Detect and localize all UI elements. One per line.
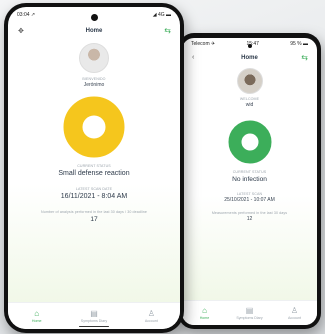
count-value: 17	[90, 216, 98, 223]
camera-hole	[247, 44, 252, 48]
account-icon: ♙	[147, 309, 155, 318]
count-value: 12	[246, 216, 253, 222]
user-name: wid	[245, 102, 254, 108]
phone-left: 03:04 ↗ ◢ 4G ▬ ✥ Home ⇆ BIENVENIDO Jerón…	[4, 3, 184, 333]
swap-icon[interactable]: ⇆	[164, 26, 171, 35]
tab-label: Home	[31, 319, 42, 323]
status-label: CURRENT STATUS	[232, 170, 267, 174]
status-value: Small defense reaction	[58, 170, 130, 177]
tab-label: Symptoms Diary	[236, 316, 263, 320]
tab-symptoms-diary[interactable]: ▤ Symptoms Diary	[230, 306, 270, 320]
avatar[interactable]	[236, 68, 263, 94]
signal-text: ◢ 4G ▬	[152, 12, 171, 18]
diary-icon: ▤	[245, 306, 254, 315]
tab-account[interactable]: ♙ Account	[275, 306, 315, 320]
user-name: Jerónimo	[83, 82, 105, 88]
tab-symptoms-diary[interactable]: ▤ Symptoms Diary	[74, 309, 114, 323]
tab-home[interactable]: ⌂ Home	[185, 306, 225, 320]
tab-label: Symptoms Diary	[80, 319, 108, 323]
phone-right-screen: Telecom ✈ 15:47 95 % ▬ ‹ Home ⇆ WELCOME …	[182, 38, 317, 325]
scan-date-label: LATEST SCAN DATE	[75, 187, 113, 191]
clock-text: 03:04 ↗	[17, 12, 36, 18]
scan-date-value: 25/10/2021 - 10:07 AM	[224, 197, 275, 203]
tab-account[interactable]: ♙ Account	[131, 309, 171, 323]
carrier-text: Telecom ✈	[191, 41, 216, 47]
swap-icon[interactable]: ⇆	[301, 53, 308, 62]
battery-text: 95 % ▬	[290, 41, 308, 47]
welcome-label: BIENVENIDO	[82, 77, 106, 81]
back-icon[interactable]: ‹	[192, 54, 194, 61]
gesture-bar[interactable]	[79, 325, 109, 327]
phone-left-screen: 03:04 ↗ ◢ 4G ▬ ✥ Home ⇆ BIENVENIDO Jerón…	[8, 7, 180, 329]
tab-label: Account	[288, 316, 301, 320]
move-icon[interactable]: ✥	[18, 27, 24, 35]
page-title: Home	[85, 28, 103, 34]
page-title: Home	[241, 55, 258, 61]
home-content: BIENVENIDO Jerónimo CURRENT STATUS Small…	[8, 39, 180, 303]
status-indicator	[8, 96, 180, 158]
welcome-label: WELCOME	[239, 97, 260, 101]
home-content: WELCOME wid CURRENT STATUS No infection …	[182, 66, 317, 301]
status-ring-icon	[63, 96, 125, 158]
tab-home[interactable]: ⌂ Home	[17, 309, 57, 323]
diary-icon: ▤	[90, 309, 98, 318]
home-icon: ⌂	[202, 306, 207, 315]
status-indicator	[182, 120, 317, 164]
avatar[interactable]	[79, 43, 109, 73]
status-label: CURRENT STATUS	[77, 164, 111, 168]
scan-date-label: LATEST SCAN	[236, 192, 263, 196]
tab-bar: ⌂ Home ▤ Symptoms Diary ♙ Account	[182, 300, 317, 325]
tab-bar: ⌂ Home ▤ Symptoms Diary ♙ Account	[8, 302, 180, 329]
app-header: ✥ Home ⇆	[8, 23, 180, 39]
home-icon: ⌂	[34, 309, 40, 318]
tab-label: Account	[144, 319, 158, 323]
count-label: Measurements performed in the last 30 da…	[211, 211, 288, 215]
status-value: No infection	[232, 176, 267, 183]
camera-hole	[90, 14, 98, 21]
phone-right: Telecom ✈ 15:47 95 % ▬ ‹ Home ⇆ WELCOME …	[178, 33, 321, 329]
app-header: ‹ Home ⇆	[182, 50, 317, 66]
scan-date-value: 16/11/2021 - 8:04 AM	[60, 193, 128, 200]
tab-label: Home	[199, 316, 210, 320]
count-label: Number of analysis performed in the last…	[41, 210, 147, 214]
account-icon: ♙	[290, 306, 299, 315]
status-ring-icon	[228, 120, 271, 164]
